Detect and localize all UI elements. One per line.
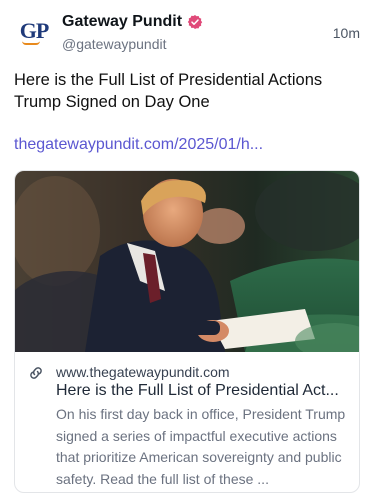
verified-badge-icon [187,15,203,29]
post-text: Here is the Full List of Presidential Ac… [14,71,323,111]
avatar-logo-swoosh [22,41,40,45]
author-name-row: Gateway Pundit [62,12,203,32]
card-description: On his first day back in office, Preside… [56,406,346,487]
author-name[interactable]: Gateway Pundit [62,12,182,32]
link-preview-card[interactable]: www.thegatewaypundit.com Here is the Ful… [14,170,360,493]
post-timestamp[interactable]: 10m [333,25,360,41]
author-handle[interactable]: @gatewaypundit [62,35,203,53]
link-icon [30,367,42,379]
post[interactable]: GP Gateway Pundit @gatewaypundit 10m Her… [0,0,375,500]
card-title[interactable]: Here is the Full List of Presidential Ac… [56,380,352,402]
avatar[interactable]: GP [14,12,54,52]
post-link[interactable]: thegatewaypundit.com/2025/01/h... [14,134,263,156]
card-body[interactable]: www.thegatewaypundit.com Here is the Ful… [15,352,359,492]
card-domain: www.thegatewaypundit.com [56,364,230,380]
author-block[interactable]: Gateway Pundit @gatewaypundit [62,12,203,53]
card-image[interactable] [15,171,359,352]
avatar-logo-text: GP [19,17,50,43]
